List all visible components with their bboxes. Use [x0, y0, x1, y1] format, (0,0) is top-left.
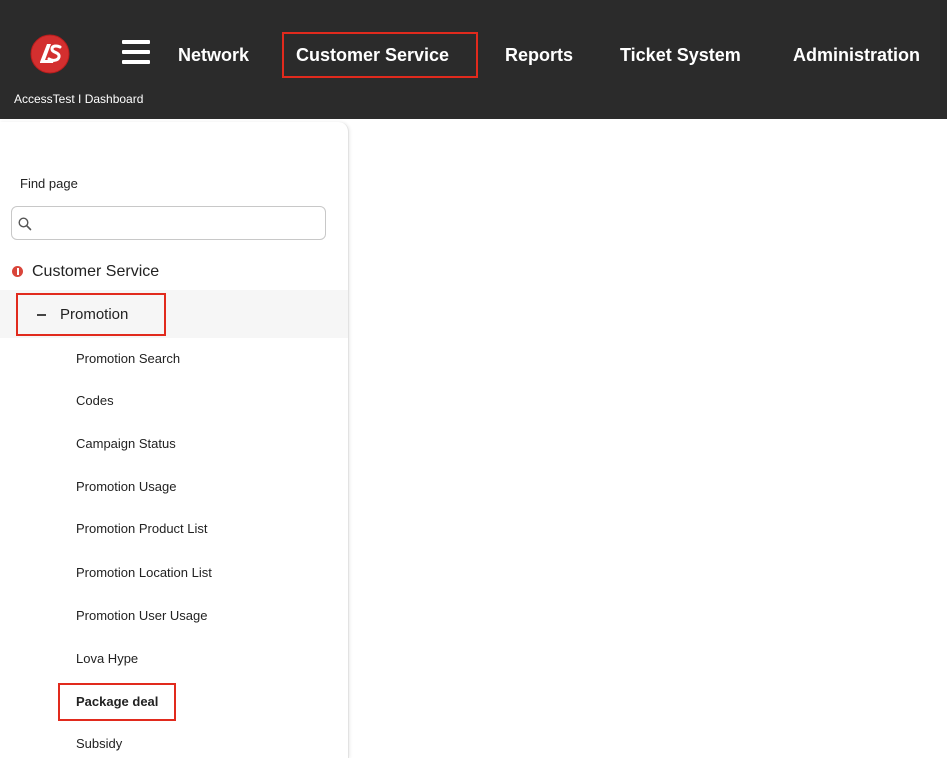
find-page-label: Find page: [20, 176, 78, 191]
find-page-search: [11, 206, 326, 240]
nav-network[interactable]: Network: [178, 32, 249, 78]
ls-logo-icon[interactable]: [30, 34, 70, 74]
nav-administration[interactable]: Administration: [793, 32, 920, 78]
search-icon: [18, 217, 32, 231]
sidebar-item-codes[interactable]: Codes: [76, 393, 114, 408]
top-navigation-bar: Network Customer Service Reports Ticket …: [0, 0, 947, 119]
nav-ticket-system[interactable]: Ticket System: [620, 32, 741, 78]
sidebar-item-promotion-search[interactable]: Promotion Search: [76, 351, 180, 366]
sidebar-item-campaign-status[interactable]: Campaign Status: [76, 436, 176, 451]
sidebar-item-package-deal[interactable]: Package deal: [58, 683, 177, 721]
sidebar: Find page Customer Service Promotion Pro…: [0, 122, 349, 758]
sidebar-item-promotion-usage[interactable]: Promotion Usage: [76, 479, 176, 494]
nav-reports[interactable]: Reports: [505, 32, 573, 78]
sidebar-item-promotion-product-list[interactable]: Promotion Product List: [76, 521, 208, 536]
hamburger-menu-icon[interactable]: [122, 40, 150, 64]
sidebar-group-promotion[interactable]: Promotion: [16, 293, 166, 336]
sidebar-item-promotion-location-list[interactable]: Promotion Location List: [76, 565, 212, 580]
nav-customer-service[interactable]: Customer Service: [282, 32, 478, 78]
sidebar-item-promotion-user-usage[interactable]: Promotion User Usage: [76, 608, 208, 623]
sidebar-group-label: Promotion: [60, 306, 129, 323]
sidebar-item-lova-hype[interactable]: Lova Hype: [76, 651, 138, 666]
collapse-minus-icon: [37, 314, 46, 316]
sidebar-item-subsidy[interactable]: Subsidy: [76, 736, 122, 751]
info-dot-icon: [12, 266, 23, 277]
breadcrumb: AccessTest I Dashboard: [14, 92, 144, 106]
search-input[interactable]: [38, 211, 322, 237]
sidebar-section-label: Customer Service: [32, 263, 160, 280]
